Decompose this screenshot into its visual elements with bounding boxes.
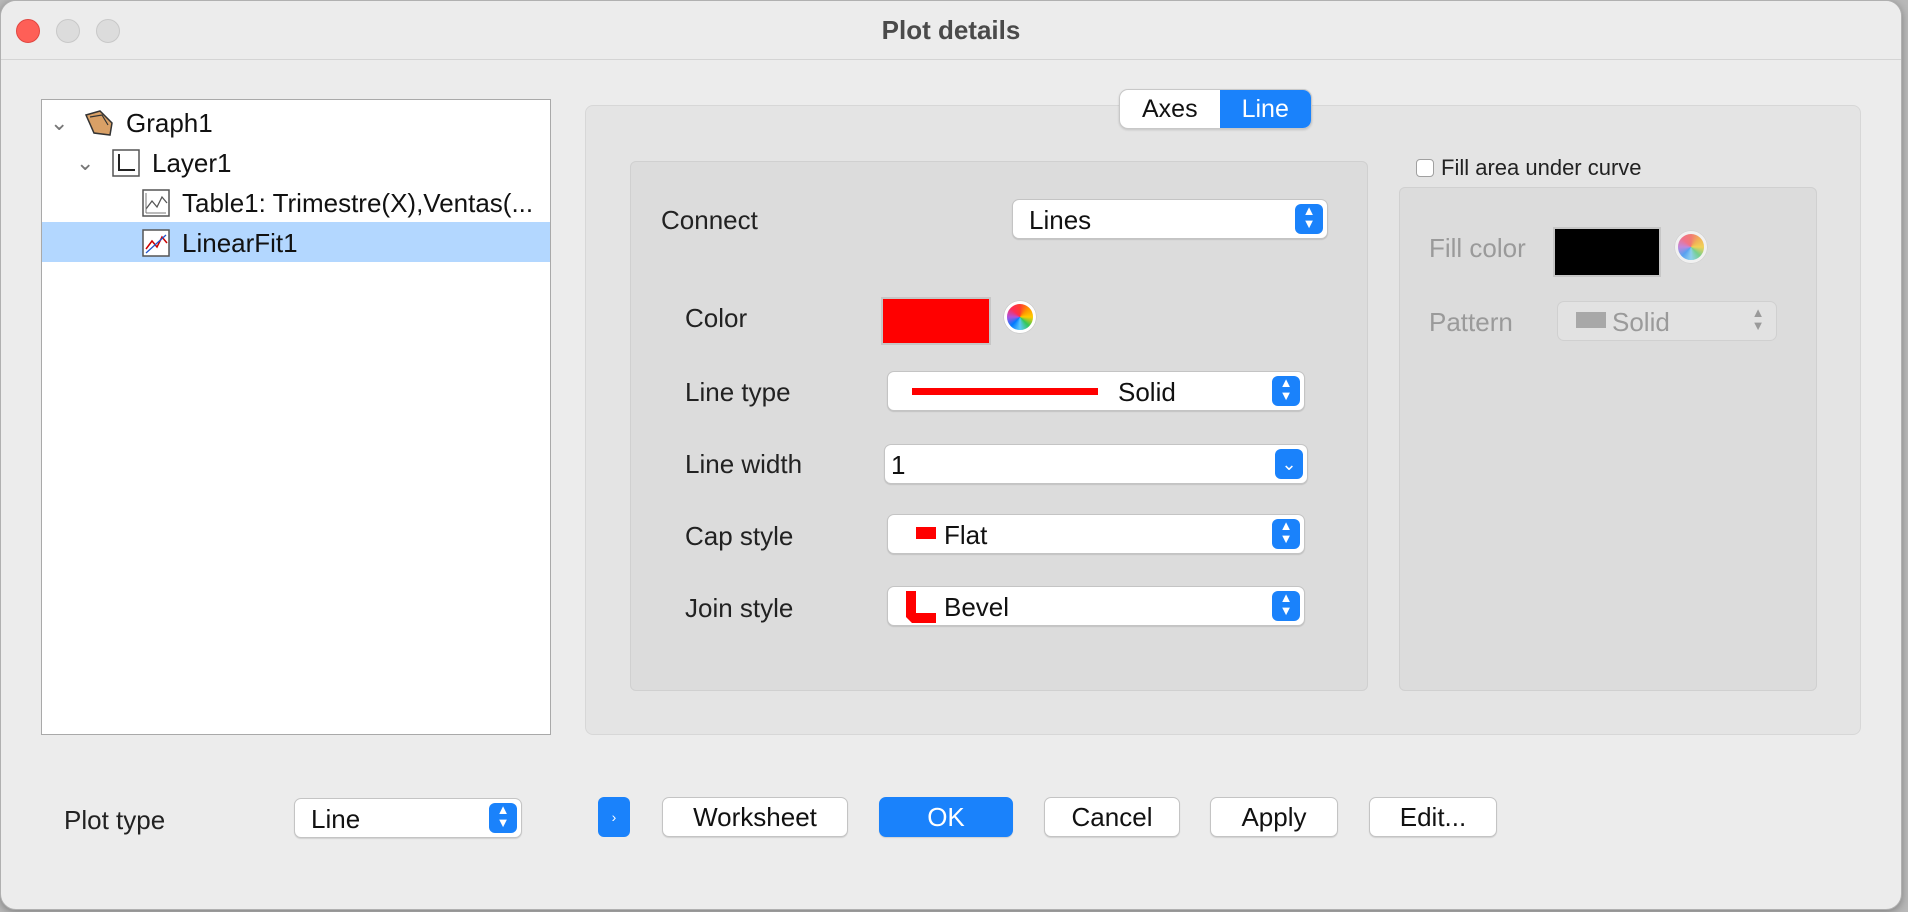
join-style-select[interactable]: Bevel ▲ ▼ [887, 586, 1305, 626]
color-label: Color [685, 303, 748, 333]
graph-icon [84, 110, 113, 136]
tab-line[interactable]: Line [1219, 90, 1311, 128]
layer-icon [112, 149, 140, 177]
connect-select[interactable]: Lines ▲ ▼ [1012, 199, 1328, 239]
fit-plot-icon [142, 229, 170, 257]
line-type-select[interactable]: Solid ▲ ▼ [887, 371, 1305, 411]
pattern-swatch-icon [1576, 312, 1606, 328]
plot-details-window: Plot details ⌄ Graph1 ⌄ Layer1 Table1: T… [0, 0, 1902, 910]
stepper-icon: ▲ ▼ [1272, 376, 1300, 406]
join-style-value: Bevel [944, 592, 1010, 622]
plot-type-label: Plot type [64, 805, 166, 835]
tree-item-label: Graph1 [126, 108, 213, 138]
expand-toggle-button[interactable]: › [598, 797, 630, 837]
cancel-button[interactable]: Cancel [1044, 797, 1180, 837]
fill-color-label: Fill color [1429, 233, 1526, 263]
stepper-icon: ▲ ▼ [1272, 519, 1300, 549]
cap-style-label: Cap style [685, 521, 794, 551]
ok-button[interactable]: OK [879, 797, 1013, 837]
line-width-combobox[interactable]: 1 ⌄ [884, 444, 1308, 484]
line-color-swatch[interactable] [881, 297, 991, 345]
flat-cap-icon [916, 527, 936, 539]
fill-color-swatch[interactable] [1553, 227, 1661, 277]
table-plot-icon [142, 189, 170, 217]
pattern-value: Solid [1612, 307, 1670, 337]
window-title: Plot details [881, 15, 1021, 45]
tree-item-table-plot[interactable]: Table1: Trimestre(X),Ventas(... [42, 182, 550, 222]
stepper-icon: ▲ ▼ [489, 803, 517, 833]
worksheet-button[interactable]: Worksheet [662, 797, 848, 837]
line-type-label: Line type [685, 377, 791, 407]
cap-style-select[interactable]: Flat ▲ ▼ [887, 514, 1305, 554]
cap-style-value: Flat [944, 520, 988, 550]
plot-tree[interactable]: ⌄ Graph1 ⌄ Layer1 Table1: Trimestre(X),V… [41, 99, 551, 735]
chevron-down-icon[interactable]: ⌄ [1275, 449, 1303, 479]
join-style-label: Join style [685, 593, 794, 623]
color-wheel-icon[interactable] [1675, 231, 1707, 263]
tree-item-layer1[interactable]: ⌄ Layer1 [42, 142, 550, 182]
line-width-label: Line width [685, 449, 803, 479]
tree-item-label: Table1: Trimestre(X),Ventas(... [182, 188, 534, 218]
chevron-down-icon[interactable]: ⌄ [76, 150, 94, 176]
plot-type-value: Line [311, 804, 361, 834]
tree-item-graph1[interactable]: ⌄ Graph1 [42, 102, 550, 142]
title-bar: Plot details [1, 1, 1901, 60]
fill-area-checkbox[interactable] [1416, 159, 1434, 177]
apply-button[interactable]: Apply [1210, 797, 1338, 837]
solid-line-preview-icon [912, 388, 1098, 395]
chevron-down-icon[interactable]: ⌄ [50, 110, 68, 136]
stepper-icon: ▲ ▼ [1295, 204, 1323, 234]
tab-bar: Axes Line [1119, 89, 1312, 129]
fill-area-label: Fill area under curve [1441, 155, 1642, 180]
pattern-label: Pattern [1429, 307, 1513, 337]
stepper-icon: ▲ ▼ [1272, 591, 1300, 621]
plot-type-select[interactable]: Line ▲ ▼ [294, 798, 522, 838]
color-wheel-icon[interactable] [1004, 301, 1036, 333]
tree-item-linearfit1[interactable]: LinearFit1 [42, 222, 550, 262]
tree-item-label: Layer1 [152, 148, 232, 178]
stepper-icon: ▲ ▼ [1751, 305, 1765, 333]
pattern-select[interactable]: Solid ▲ ▼ [1557, 301, 1777, 341]
tab-axes[interactable]: Axes [1120, 90, 1220, 128]
connect-label: Connect [661, 205, 758, 235]
tree-item-label: LinearFit1 [182, 228, 298, 258]
connect-value: Lines [1029, 205, 1092, 235]
edit-button[interactable]: Edit... [1369, 797, 1497, 837]
line-type-value: Solid [1118, 377, 1176, 407]
line-width-value: 1 [891, 450, 906, 480]
bevel-join-icon [906, 591, 936, 623]
